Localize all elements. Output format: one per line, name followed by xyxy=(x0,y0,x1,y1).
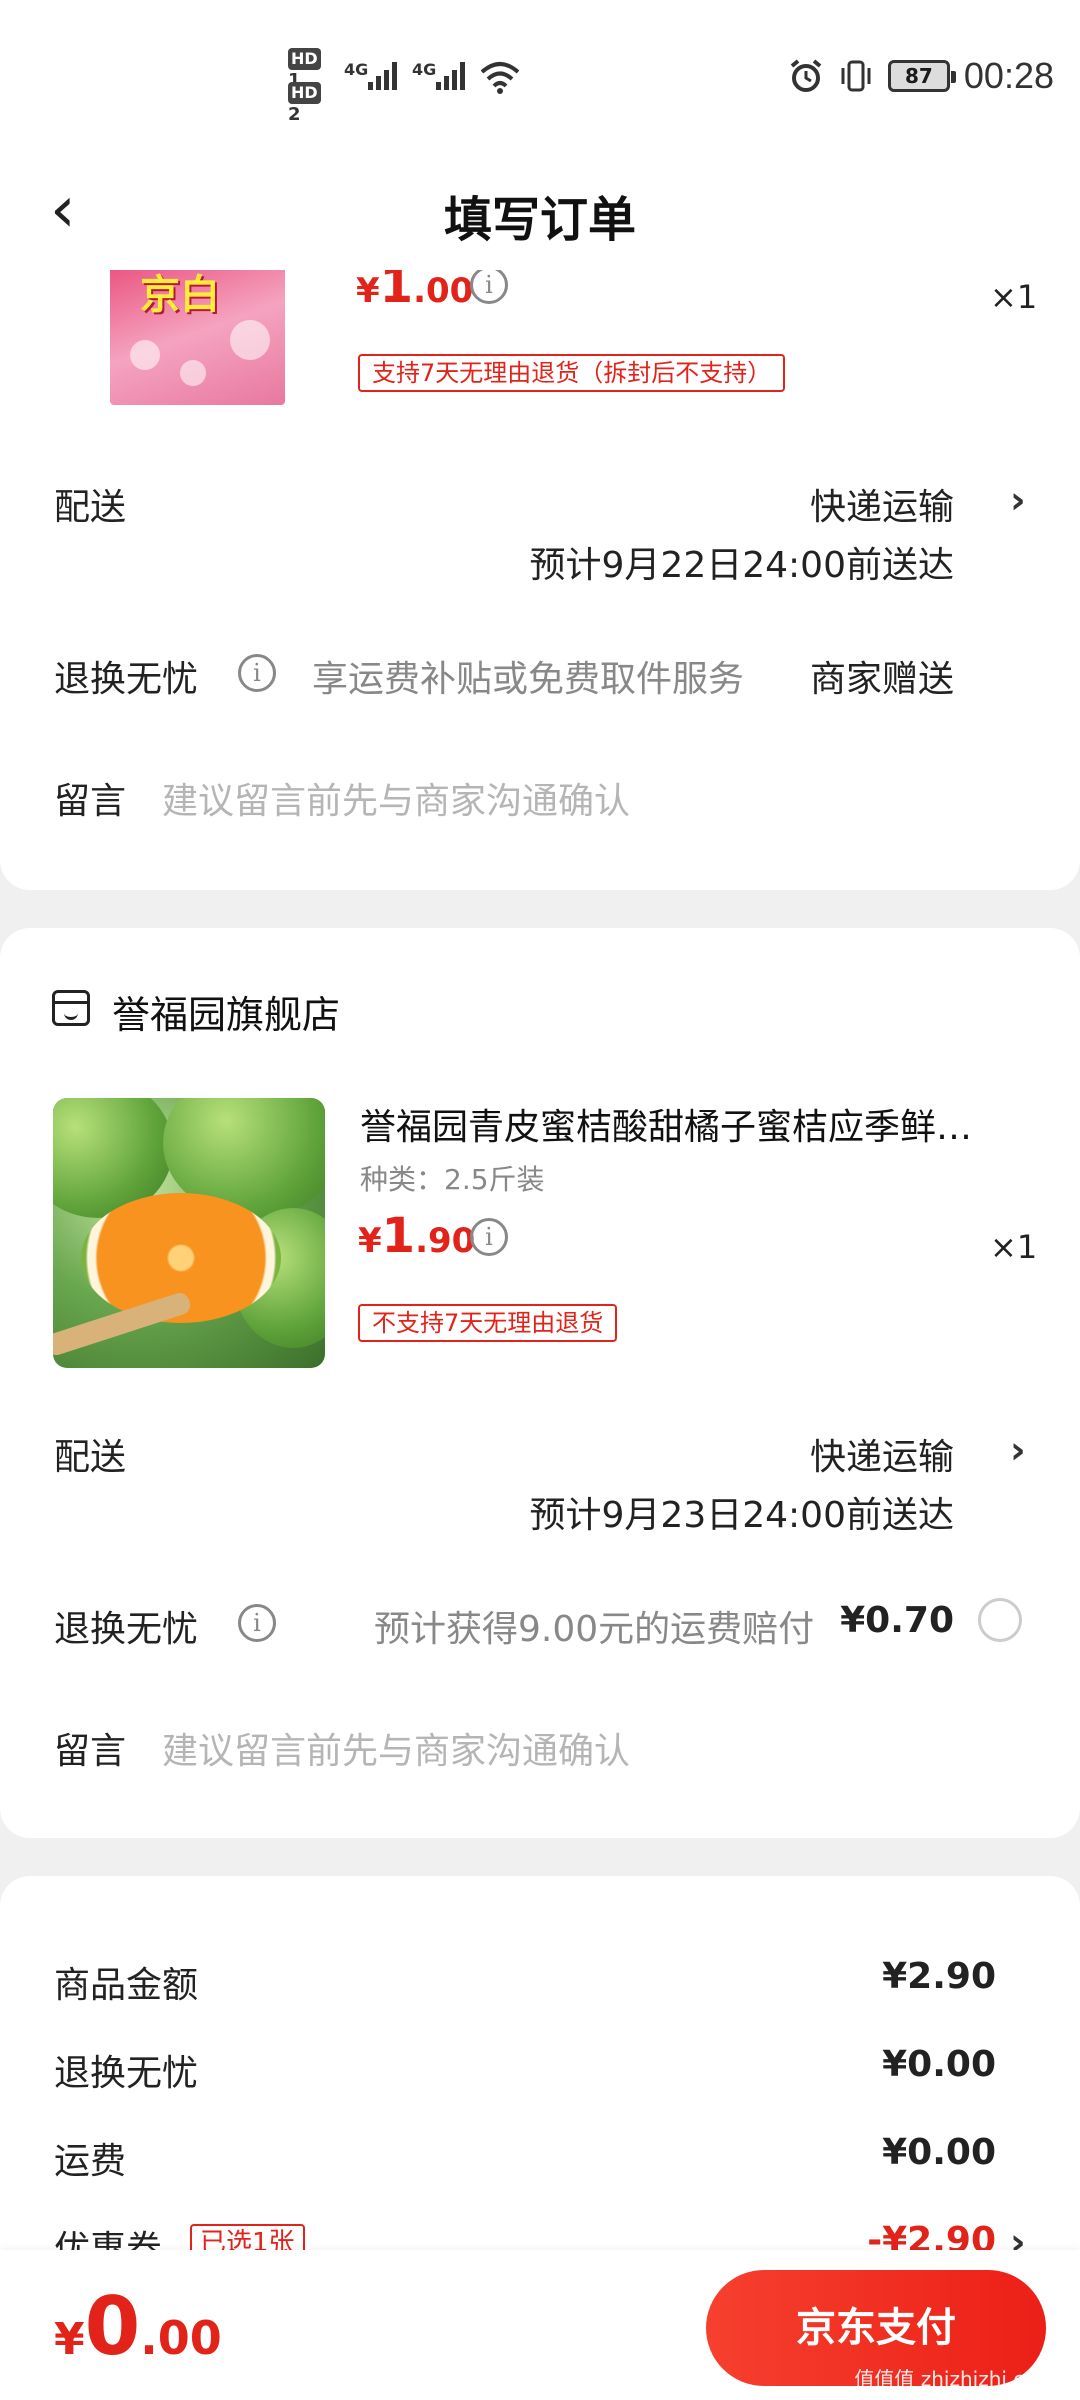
signal-1-icon xyxy=(368,60,397,90)
product-spec-2: 种类：2.5斤装 xyxy=(360,1163,545,1196)
price-summary-card: 商品金额 ¥2.90 退换无忧 ¥0.00 运费 ¥0.00 优惠券 已选1张 … xyxy=(0,1876,1080,2276)
checkout-bar: ¥0.00 京东支付 值值值 zhizhizhi.com xyxy=(0,2250,1080,2400)
return-protect-label: 退换无忧 xyxy=(54,1609,199,1650)
vibrate-icon xyxy=(841,60,871,92)
watermark: 值值值 zhizhizhi.com xyxy=(854,2367,1056,2391)
page-title: 填写订单 xyxy=(443,192,636,248)
price-info-icon[interactable]: i xyxy=(470,266,508,304)
return-protect-radio[interactable] xyxy=(978,1598,1022,1642)
return-protect-price: ¥0.70 xyxy=(840,1600,954,1641)
return-policy-tag-1: 支持7天无理由退货（拆封后不支持） xyxy=(358,354,786,392)
delivery-method[interactable]: 快递运输 xyxy=(810,478,954,530)
note-input[interactable]: 建议留言前先与商家沟通确认 xyxy=(162,772,630,824)
chevron-right-icon[interactable]: › xyxy=(1010,1428,1026,1472)
return-protect-label: 退换无忧 xyxy=(54,659,199,700)
alarm-icon xyxy=(790,59,822,92)
status-right: 87 00:28 xyxy=(788,55,1054,96)
shipping-value: ¥0.00 xyxy=(882,2132,996,2173)
quantity-2: ×1 xyxy=(990,1228,1038,1266)
delivery-method[interactable]: 快递运输 xyxy=(810,1428,954,1480)
network-type-2: 4G xyxy=(412,60,437,79)
goods-amount-value: ¥2.90 xyxy=(882,1956,996,1997)
product-price-2: ¥1.90 xyxy=(358,1208,476,1264)
delivery-eta: 预计9月23日24:00前送达 xyxy=(529,1495,954,1536)
product-title-2[interactable]: 誉福园青皮蜜桔酸甜橘子蜜桔应季鲜… xyxy=(360,1098,1030,1150)
shipping-label: 运费 xyxy=(54,2141,127,2182)
chevron-right-icon[interactable]: › xyxy=(1010,478,1026,522)
hd1-indicator: HD 1 xyxy=(288,48,338,91)
wifi-icon xyxy=(480,62,520,94)
store-name[interactable]: 誉福园旗舰店 xyxy=(112,984,340,1039)
battery-icon: 87 xyxy=(887,60,956,92)
clock: 00:28 xyxy=(963,55,1054,96)
return-protect-desc: 享运费补贴或免费取件服务 xyxy=(312,659,745,700)
return-protect-value: ¥0.00 xyxy=(882,2044,996,2085)
quantity-1: ×1 xyxy=(990,278,1038,316)
goods-amount-label: 商品金额 xyxy=(54,1965,199,2006)
return-protect-value: 商家赠送 xyxy=(809,659,954,700)
price-info-icon[interactable]: i xyxy=(470,1218,508,1256)
store-icon xyxy=(52,990,90,1026)
network-type-1: 4G xyxy=(344,60,369,79)
note-label: 留言 xyxy=(54,781,127,822)
signal-2-icon xyxy=(436,60,465,90)
delivery-eta: 预计9月22日24:00前送达 xyxy=(529,545,954,586)
note-label: 留言 xyxy=(54,1731,127,1772)
hd2-indicator: HD 2 xyxy=(288,82,338,125)
delivery-label: 配送 xyxy=(54,1437,127,1478)
product-image-1[interactable]: 京白 xyxy=(110,260,285,405)
nav-bar: ‹ 填写订单 xyxy=(0,150,1080,270)
order-card-2: 誉福园旗舰店 誉福园青皮蜜桔酸甜橘子蜜桔应季鲜… 种类：2.5斤装 ¥1.90 … xyxy=(0,928,1080,1838)
return-policy-tag-2: 不支持7天无理由退货 xyxy=(358,1304,618,1342)
order-card-1: 京白 ¥1.00 i ×1 支持7天无理由退货（拆封后不支持） 配送 快递运输 … xyxy=(0,230,1080,890)
return-protect-info-icon[interactable]: i xyxy=(238,654,276,692)
return-protect-info-icon[interactable]: i xyxy=(238,1604,276,1642)
return-protect-label: 退换无忧 xyxy=(54,2053,199,2094)
note-input[interactable]: 建议留言前先与商家沟通确认 xyxy=(162,1722,630,1774)
delivery-label: 配送 xyxy=(54,487,127,528)
status-bar: HD 1 HD 2 4G 4G 87 00:28 xyxy=(0,0,1080,150)
return-protect-desc: 预计获得9.00元的运费赔付 xyxy=(374,1609,815,1650)
product-image-2[interactable] xyxy=(53,1098,325,1368)
total-amount: ¥0.00 xyxy=(54,2280,222,2373)
